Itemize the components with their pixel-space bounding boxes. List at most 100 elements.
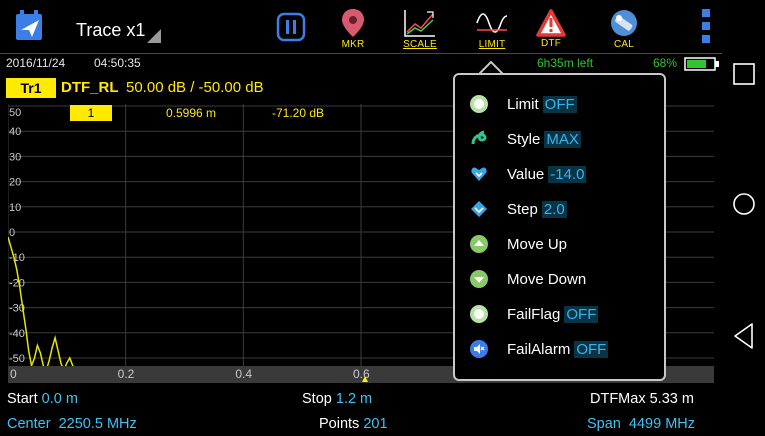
- menu-item-failalarm[interactable]: FailAlarm OFF: [469, 334, 659, 364]
- marker-x-readout: 0.5996 m: [166, 106, 217, 120]
- stop-label: Stop: [302, 391, 332, 407]
- y-tick-label: 50: [9, 107, 21, 119]
- calibration-icon: [611, 10, 637, 36]
- more-vertical-icon: [702, 9, 710, 43]
- map-pin-icon: [342, 9, 364, 37]
- battery-time-left: 6h35m left: [537, 56, 594, 70]
- bell-icon: [16, 10, 42, 40]
- y-tick-label: 40: [9, 126, 21, 138]
- warning-triangle-icon: [536, 9, 566, 37]
- triangle-back-icon: [733, 323, 753, 349]
- pause-icon: [276, 12, 306, 42]
- status-time: 04:50:35: [94, 56, 141, 70]
- menu-item-move-up[interactable]: Move Up: [469, 229, 659, 259]
- y-tick-label: 20: [9, 177, 21, 189]
- center-label: Center: [7, 416, 51, 432]
- more-button[interactable]: [694, 0, 718, 54]
- menu-item-label: Style: [507, 130, 541, 148]
- status-bar: 2016/11/24 04:50:35 6h35m left 68%: [0, 55, 722, 73]
- mkr-button[interactable]: MKR: [333, 0, 373, 54]
- speaker-mute-icon: [470, 340, 488, 358]
- cal-button[interactable]: CAL: [604, 0, 644, 54]
- y-tick-label: 30: [9, 151, 21, 163]
- trace-badge[interactable]: Tr1: [6, 78, 56, 98]
- menu-item-label: Step: [507, 200, 538, 218]
- menu-item-value: OFF: [564, 305, 599, 323]
- arrow-up-icon: [470, 235, 488, 253]
- points-readout[interactable]: Points 201: [319, 416, 388, 432]
- trace-scale: 50.00 dB / -50.00 dB: [126, 79, 264, 96]
- marker-position-indicator: [361, 376, 368, 382]
- toggle-dot-icon: [470, 95, 488, 113]
- menu-item-move-down[interactable]: Move Down: [469, 264, 659, 294]
- scale-button[interactable]: SCALE: [398, 0, 442, 54]
- menu-item-value: 2.0: [541, 200, 567, 218]
- dtfmax-readout: DTFMax 5.33 m: [590, 391, 694, 407]
- y-tick-label: 10: [9, 202, 21, 214]
- square-icon: [732, 63, 755, 85]
- x-tick-label: 0.4: [235, 367, 253, 381]
- recent-apps-button[interactable]: [722, 62, 765, 86]
- menu-item-label: Move Down: [507, 270, 587, 288]
- center-readout[interactable]: Center 2250.5 MHz: [7, 416, 137, 432]
- scale-caption: SCALE: [403, 39, 437, 50]
- y-tick-label: -50: [9, 353, 25, 365]
- dtf-button[interactable]: DTF: [531, 0, 571, 54]
- analyzer-app: Trace x1 MKR SCALE LIMIT DTF CAL 2016/11…: [0, 0, 722, 436]
- menu-item-failflag[interactable]: FailFlag OFF: [469, 299, 659, 329]
- mkr-caption: MKR: [341, 39, 365, 50]
- dtf-caption: DTF: [540, 38, 562, 49]
- x-tick-label: 0.2: [117, 367, 135, 381]
- start-readout[interactable]: Start 0.0 m: [7, 391, 78, 407]
- battery-icon: [684, 57, 719, 71]
- menu-item-label: Move Up: [507, 235, 568, 253]
- center-value: 2250.5 MHz: [58, 416, 137, 432]
- menu-item-value: MAX: [544, 130, 581, 148]
- stop-readout[interactable]: Stop 1.2 m: [302, 391, 372, 407]
- trace-name: DTF_RL: [61, 79, 119, 96]
- arrow-down-icon: [470, 270, 488, 288]
- x-tick-label: 0: [10, 367, 17, 381]
- back-button[interactable]: [722, 322, 765, 350]
- span-value: 4499 MHz: [628, 416, 695, 432]
- dropdown-corner-icon: [147, 29, 162, 43]
- span-label: Span: [587, 416, 621, 432]
- y-tick-label: 0: [9, 227, 15, 239]
- trace-select-label: Trace x1: [76, 19, 146, 40]
- menu-item-style[interactable]: Style MAX: [469, 124, 659, 154]
- y-tick-label: -20: [9, 277, 25, 289]
- trace-select[interactable]: Trace x1: [76, 0, 176, 54]
- menu-item-label: FailAlarm: [507, 340, 571, 358]
- marker-y-readout: -71.20 dB: [272, 106, 325, 120]
- marker-badge[interactable]: 1: [70, 105, 112, 121]
- step-diamond-icon: [471, 201, 487, 217]
- home-button[interactable]: [722, 192, 765, 216]
- pause-button[interactable]: [271, 0, 311, 54]
- limit-button[interactable]: LIMIT: [470, 0, 514, 54]
- stop-value: 1.2 m: [335, 391, 373, 407]
- value-heart-icon: [471, 167, 487, 181]
- y-tick-label: -40: [9, 328, 25, 340]
- menu-item-limit[interactable]: Limit OFF: [469, 89, 659, 119]
- menu-item-label: Limit: [507, 95, 539, 113]
- menu-item-value: OFF: [542, 95, 577, 113]
- app-menu-button[interactable]: [10, 0, 50, 54]
- points-label: Points: [319, 416, 360, 432]
- y-tick-label: -10: [9, 252, 25, 264]
- start-label: Start: [7, 391, 38, 407]
- menu-item-value[interactable]: Value -14.0: [469, 159, 659, 189]
- limit-menu: Limit OFF Style MAX Value -14.0 Step 2.0…: [453, 73, 666, 381]
- style-swirl-icon: [471, 130, 487, 145]
- scale-chart-icon: [404, 10, 435, 37]
- menu-item-label: FailFlag: [507, 305, 561, 323]
- status-date: 2016/11/24: [6, 56, 66, 70]
- menu-item-step[interactable]: Step 2.0: [469, 194, 659, 224]
- android-nav-bar: [722, 0, 765, 436]
- points-value: 201: [363, 416, 388, 432]
- menu-item-label: Value: [507, 165, 545, 183]
- start-value: 0.0 m: [41, 391, 78, 407]
- span-readout[interactable]: Span 4499 MHz: [587, 416, 695, 432]
- cal-caption: CAL: [613, 39, 635, 50]
- limit-wave-icon: [476, 13, 508, 33]
- limit-caption: LIMIT: [478, 39, 506, 50]
